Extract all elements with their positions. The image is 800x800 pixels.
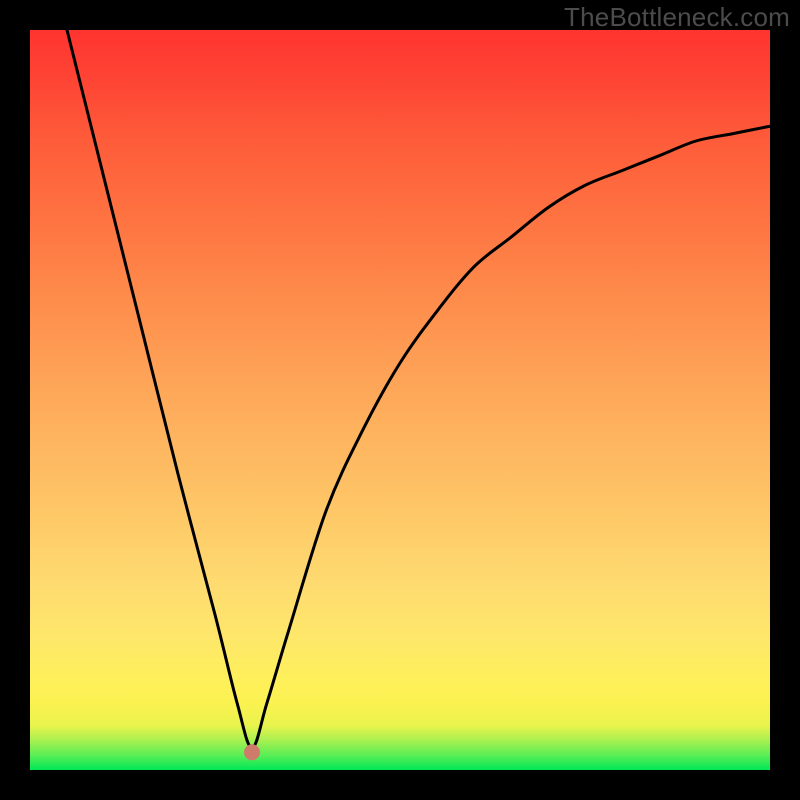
bottleneck-curve [67, 30, 770, 748]
plot-svg [30, 30, 770, 770]
watermark-text: TheBottleneck.com [564, 2, 790, 33]
plot-frame [30, 30, 770, 770]
optimal-point-marker [244, 744, 260, 760]
